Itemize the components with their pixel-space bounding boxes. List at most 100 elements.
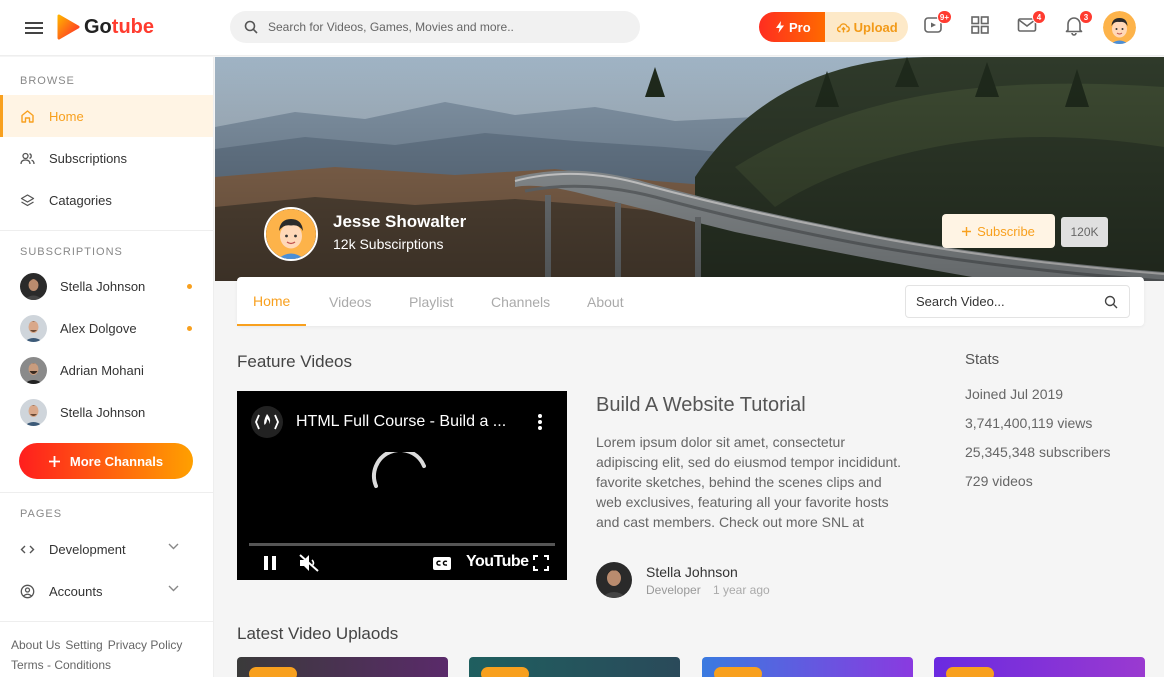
duration-badge [249,667,297,677]
avatar [20,398,47,426]
subscribe-button[interactable]: Subscribe [942,214,1055,248]
sidebar-item-accounts[interactable]: Accounts [0,570,213,612]
channel-logo-icon [250,405,284,439]
avatar [20,314,47,342]
stat-videos: 729 videos [965,473,1033,489]
footer-link-about[interactable]: About Us [11,638,60,652]
youtube-brand[interactable]: YouTube [466,553,529,571]
plus-icon [48,455,60,467]
subscriptions-section-title: SUBSCRIPTIONS [20,246,123,258]
video-thumbnail[interactable] [237,657,448,677]
stat-subscribers: 25,345,348 subscribers [965,444,1111,460]
sidebar-item-label: Accounts [49,583,103,599]
video-thumbnail[interactable] [469,657,680,677]
video-thumbnail[interactable] [934,657,1145,677]
user-avatar[interactable] [1103,11,1136,44]
pro-button[interactable]: Pro [759,12,825,42]
subscription-item[interactable]: Stella Johnson [0,265,213,307]
subscribe-label: Subscribe [977,223,1035,239]
channel-avatar[interactable] [264,207,318,261]
video-badge: 9+ [936,10,952,24]
stats-title: Stats [965,351,1000,368]
sidebar-item-home[interactable]: Home [0,95,213,137]
channel-search [905,285,1130,318]
tab-videos[interactable]: Videos [329,277,372,326]
progress-track[interactable] [249,543,555,546]
author-name[interactable]: Stella Johnson [646,564,738,580]
duration-badge [481,667,529,677]
footer-link-setting[interactable]: Setting [65,638,102,652]
sidebar-item-label: Development [49,541,126,557]
users-icon [20,151,35,166]
subscription-item[interactable]: Alex Dolgove [0,307,213,349]
fullscreen-icon[interactable] [533,555,549,571]
pro-upload-group: Pro Upload [759,12,908,42]
duration-badge [946,667,994,677]
sidebar-divider [0,621,213,622]
post-time: 1 year ago [713,583,770,597]
mute-icon[interactable] [299,554,319,572]
player-video-title: HTML Full Course - Build a ... [296,413,507,430]
pause-icon[interactable] [264,556,276,570]
channel-search-input[interactable] [916,294,1096,309]
tab-channels[interactable]: Channels [491,277,550,326]
bell-badge: 3 [1079,10,1093,24]
new-content-dot [187,326,192,331]
tab-playlist[interactable]: Playlist [409,277,453,326]
code-icon [20,542,35,557]
subscription-name: Stella Johnson [60,278,146,294]
logo[interactable]: Gotube [56,14,154,40]
more-channels-label: More Channals [69,453,164,469]
search-icon[interactable] [1104,295,1118,309]
home-icon [20,109,35,124]
subscription-item[interactable]: Adrian Mohani [0,349,213,391]
pages-section-title: PAGES [20,508,63,520]
subscription-name: Adrian Mohani [60,362,144,378]
browse-section-title: BROWSE [20,75,75,87]
plus-icon [962,226,972,236]
grid-icon[interactable] [969,14,993,38]
chevron-down-icon[interactable] [168,543,179,550]
video-player[interactable]: HTML Full Course - Build a ... YouTube [237,391,567,580]
avatar [20,272,47,300]
subscription-name: Stella Johnson [60,404,146,420]
chevron-down-icon[interactable] [168,585,179,592]
global-search-input[interactable] [268,20,608,34]
cloud-upload-icon [836,22,850,33]
subscription-item[interactable]: Stella Johnson [0,391,213,433]
footer-links: About Us Setting Privacy Policy Terms - Co… [11,635,211,675]
closed-captions-icon[interactable] [433,557,451,570]
footer-link-privacy[interactable]: Privacy Policy [108,638,183,652]
play-logo-icon [56,14,80,40]
user-circle-icon [20,584,35,599]
sidebar-item-label: Catagories [49,192,112,208]
upload-button[interactable]: Upload [824,12,908,42]
sidebar-item-subscriptions[interactable]: Subscriptions [0,137,213,179]
more-vertical-icon[interactable] [537,413,543,431]
feature-video-title[interactable]: Build A Website Tutorial [596,394,806,417]
sidebar-divider [0,492,213,493]
layers-icon [20,193,35,208]
bell-icon[interactable]: 3 [1063,10,1093,38]
subscription-name: Alex Dolgove [60,320,137,336]
channel-name: Jesse Showalter [333,212,467,231]
top-header: Gotube Pro Upload 9+ 4 3 [0,0,1164,56]
more-channels-button[interactable]: More Channals [19,443,193,479]
footer-link-terms[interactable]: Terms - Conditions [11,658,111,672]
search-icon[interactable] [244,20,258,34]
avatar [20,356,47,384]
mail-badge: 4 [1032,10,1046,24]
menu-icon[interactable] [24,18,44,38]
mail-icon[interactable]: 4 [1016,10,1046,38]
duration-badge [714,667,762,677]
sidebar-item-categories[interactable]: Catagories [0,179,213,221]
tab-home[interactable]: Home [237,277,307,326]
author-avatar[interactable] [596,562,632,598]
new-content-dot [187,284,192,289]
logo-text: Gotube [84,15,154,38]
tab-about[interactable]: About [587,277,624,326]
sidebar-item-development[interactable]: Development [0,528,213,570]
latest-section-title: Latest Video Uplaods [237,624,399,643]
video-icon[interactable]: 9+ [922,10,952,38]
video-thumbnail[interactable] [702,657,913,677]
